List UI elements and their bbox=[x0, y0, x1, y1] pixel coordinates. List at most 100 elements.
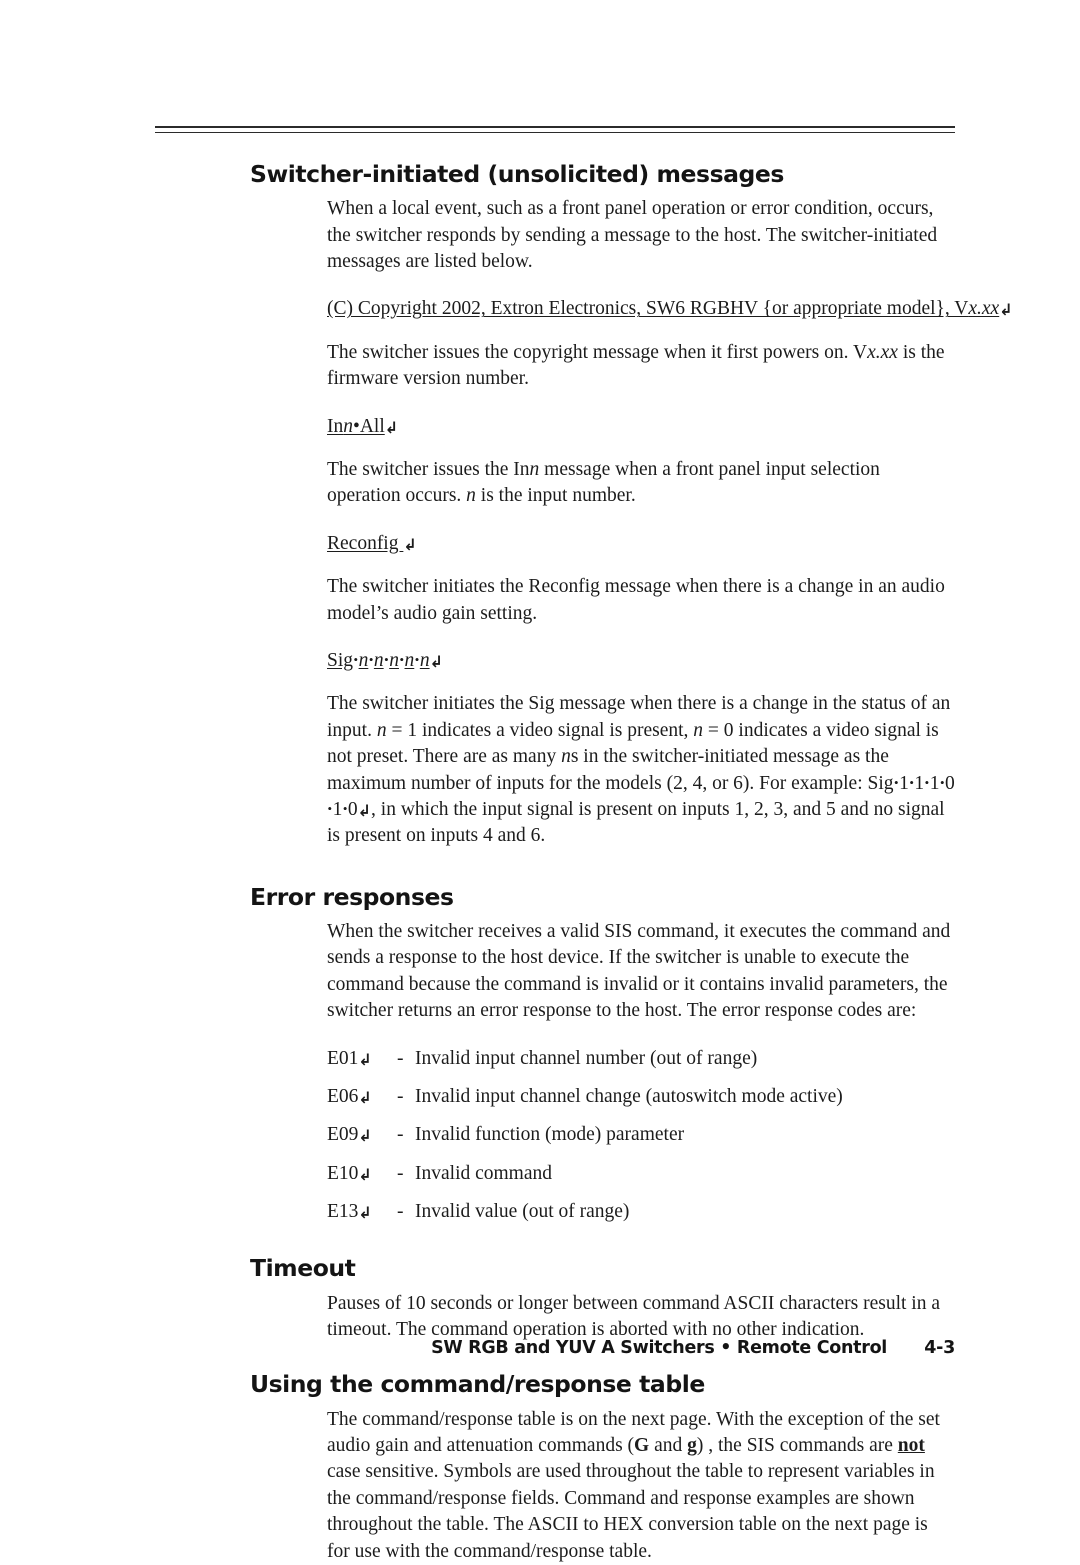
in-desc-var-2: n bbox=[466, 485, 476, 507]
error-code-description: Invalid function (mode) parameter bbox=[415, 1124, 685, 1146]
footer-title: SW RGB and YUV A Switchers • Remote Cont… bbox=[431, 1338, 887, 1358]
bullet-separator-icon: • bbox=[399, 651, 405, 667]
sig-description-paragraph: The switcher initiates the Sig message w… bbox=[0, 691, 1080, 850]
return-symbol-icon: ↲ bbox=[358, 1049, 372, 1069]
error-code-row: E10↲ - Invalid command bbox=[327, 1161, 1080, 1186]
command-in-variable: n bbox=[343, 415, 353, 437]
bullet-separator-icon: • bbox=[368, 651, 374, 667]
bullet-separator-icon: • bbox=[894, 774, 899, 790]
error-responses-intro-paragraph: When the switcher receives a valid SIS c… bbox=[327, 920, 951, 1022]
error-code-dash: - bbox=[397, 1162, 404, 1184]
return-symbol-icon: ↲ bbox=[358, 1087, 372, 1107]
copyright-desc-version: x.xx bbox=[867, 341, 898, 363]
in-desc-a: The switcher issues the In bbox=[327, 458, 530, 480]
bullet-separator-icon: • bbox=[342, 800, 348, 816]
bullet-separator-icon: • bbox=[353, 651, 359, 667]
in-desc-c: is the input number. bbox=[475, 485, 636, 507]
return-symbol-icon: ↲ bbox=[999, 300, 1013, 320]
command-sig: Sig•n•n•n•n•n↲ bbox=[0, 648, 1080, 674]
error-code-text: E01 bbox=[327, 1047, 359, 1069]
bullet-separator-icon: • bbox=[909, 774, 914, 790]
error-code: E09↲ bbox=[327, 1122, 397, 1147]
sig-desc-b: = 1 indicates a video signal is present, bbox=[386, 719, 694, 741]
page-footer: SW RGB and YUV A Switchers • Remote Cont… bbox=[0, 1338, 1080, 1368]
sig-desc-var-1: n bbox=[376, 719, 387, 741]
error-code: E06↲ bbox=[327, 1084, 397, 1109]
header-rule bbox=[155, 126, 955, 133]
bold-g: g bbox=[687, 1435, 697, 1456]
bullet-separator-icon: • bbox=[327, 800, 333, 816]
command-in-all: Inn•All↲ bbox=[0, 414, 1080, 440]
sig-variable: n bbox=[404, 649, 415, 671]
section-heading-timeout: Timeout bbox=[250, 1254, 356, 1283]
bold-G: G bbox=[634, 1435, 650, 1456]
using-table-paragraph: The command/response table is on the nex… bbox=[0, 1407, 1080, 1565]
in-all-description-paragraph: The switcher issues the Inn message when… bbox=[0, 457, 1080, 510]
sig-example-value: 0 bbox=[945, 772, 955, 794]
error-code-row: E06↲ - Invalid input channel change (autos… bbox=[327, 1084, 1080, 1109]
error-code: E10↲ bbox=[327, 1161, 397, 1186]
error-code-text: E06 bbox=[327, 1085, 359, 1107]
section-heading-error-responses: Error responses bbox=[250, 882, 454, 911]
section-heading-switcher-initiated: Switcher-initiated (unsolicited) message… bbox=[250, 160, 784, 188]
error-code-row: E13↲ - Invalid value (out of range) bbox=[327, 1199, 1080, 1224]
error-code-description: Invalid command bbox=[415, 1162, 553, 1184]
error-code-list: E01↲ - Invalid input channel number (out o… bbox=[0, 1046, 1080, 1225]
footer-page-number: 4-3 bbox=[924, 1338, 955, 1358]
sig-example-value: 1 bbox=[914, 772, 925, 794]
sig-example-value: 0 bbox=[347, 798, 358, 820]
using-table-b: and bbox=[649, 1435, 688, 1456]
command-copyright-text: (C) Copyright 2002, Extron Electronics, … bbox=[327, 298, 969, 320]
bold-underline-not: not bbox=[897, 1435, 925, 1456]
switcher-initiated-intro-paragraph: When a local event, such as a front pane… bbox=[327, 198, 938, 273]
command-in-prefix: In bbox=[327, 415, 344, 437]
command-copyright: (C) Copyright 2002, Extron Electronics, … bbox=[0, 296, 1080, 322]
using-table-d: case sensitive. Symbols are used through… bbox=[327, 1461, 935, 1562]
sig-example-value: 1 bbox=[929, 772, 940, 794]
sig-desc-e: , in which the input signal is present o… bbox=[327, 798, 945, 847]
return-symbol-icon: ↲ bbox=[357, 800, 372, 820]
bullet-separator-icon: • bbox=[939, 774, 945, 790]
reconfig-description-paragraph: The switcher initiates the Reconfig mess… bbox=[327, 576, 945, 624]
sig-desc-var-3: n bbox=[561, 746, 571, 768]
bullet-separator-icon: • bbox=[384, 651, 389, 667]
return-symbol-icon: ↲ bbox=[358, 1164, 372, 1184]
error-code-text: E13 bbox=[327, 1201, 359, 1223]
using-table-c: ) , the SIS commands are bbox=[696, 1435, 898, 1456]
sig-variable: n bbox=[419, 649, 430, 671]
error-code-row: E01↲ - Invalid input channel number (out o… bbox=[327, 1046, 1080, 1071]
copyright-desc-a: The switcher issues the copyright messag… bbox=[327, 341, 868, 363]
error-code: E13↲ bbox=[327, 1199, 397, 1224]
error-code-text: E09 bbox=[327, 1124, 359, 1146]
timeout-intro-paragraph: Pauses of 10 seconds or longer between c… bbox=[327, 1292, 940, 1340]
bullet-separator-icon: • bbox=[414, 651, 420, 667]
return-symbol-icon: ↲ bbox=[358, 1203, 372, 1223]
return-symbol-icon: ↲ bbox=[429, 651, 443, 671]
error-code-dash: - bbox=[397, 1047, 404, 1069]
sig-example-value: 1 bbox=[332, 798, 343, 820]
copyright-description-paragraph: The switcher issues the copyright messag… bbox=[0, 340, 1080, 393]
command-reconfig: Reconfig ↲ bbox=[0, 531, 1080, 557]
sig-variable: n bbox=[358, 649, 369, 671]
command-copyright-version: x.xx bbox=[968, 298, 1000, 320]
sig-variable: n bbox=[389, 649, 399, 671]
section-heading-using-command-response-table: Using the command/response table bbox=[250, 1370, 705, 1399]
command-sig-pattern: •n•n•n•n•n bbox=[353, 650, 430, 671]
error-code-dash: - bbox=[397, 1124, 404, 1146]
in-desc-var-1: n bbox=[529, 458, 540, 480]
error-code-dash: - bbox=[397, 1085, 404, 1107]
document-page: Switcher-initiated (unsolicited) message… bbox=[0, 0, 1080, 1562]
return-symbol-icon: ↲ bbox=[384, 417, 399, 437]
error-code-dash: - bbox=[397, 1201, 404, 1223]
error-code-description: Invalid input channel number (out of ran… bbox=[415, 1047, 758, 1069]
bullet-separator-icon: • bbox=[924, 774, 930, 790]
error-code-text: E10 bbox=[327, 1162, 359, 1184]
command-reconfig-text: Reconfig bbox=[327, 532, 404, 554]
sig-example-value: 1 bbox=[899, 772, 909, 794]
return-symbol-icon: ↲ bbox=[358, 1126, 372, 1146]
sig-variable: n bbox=[373, 649, 384, 671]
command-in-suffix: •All bbox=[353, 415, 385, 437]
sig-desc-var-2: n bbox=[693, 719, 704, 741]
error-code: E01↲ bbox=[327, 1046, 397, 1071]
return-symbol-icon: ↲ bbox=[403, 534, 417, 554]
